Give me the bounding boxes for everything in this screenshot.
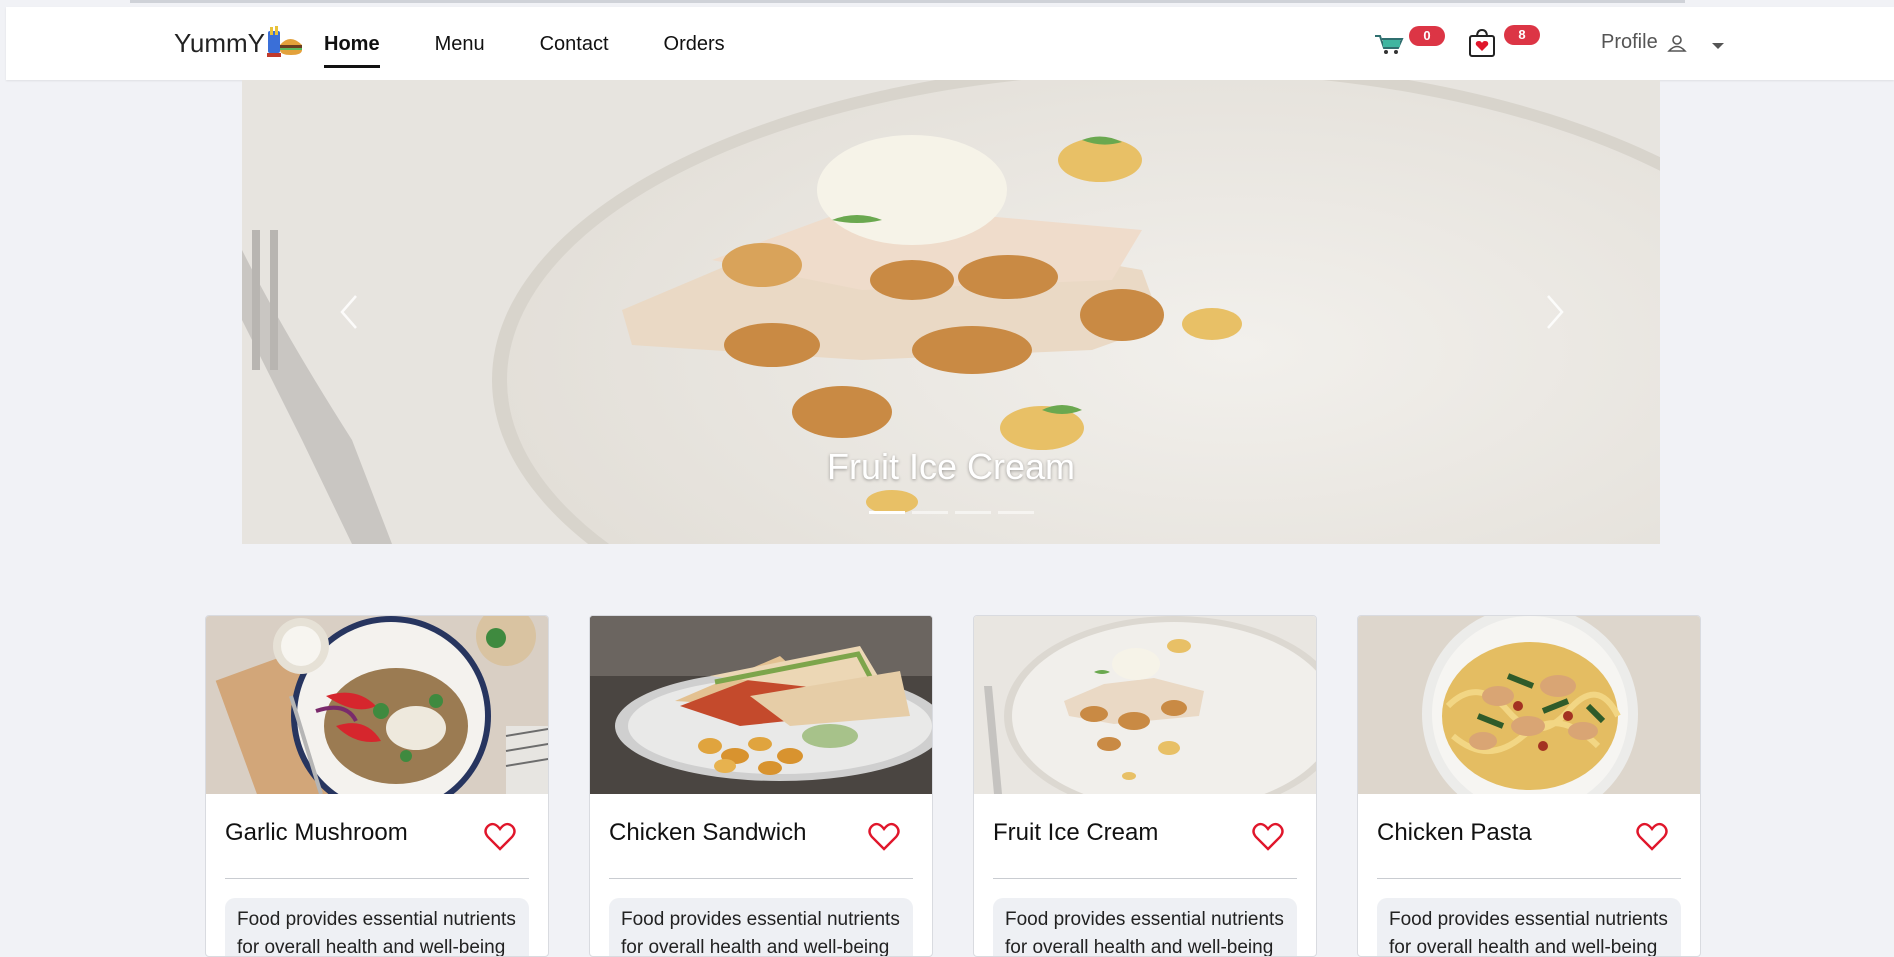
card-divider [1377,878,1681,879]
food-card-image [590,616,932,794]
food-card-description: Food provides essential nutrients for ov… [609,898,913,956]
food-card-title: Chicken Pasta [1377,819,1532,846]
card-divider [993,878,1297,879]
heart-icon[interactable] [868,822,900,852]
cart-button[interactable] [1374,33,1404,60]
carousel-indicator[interactable] [911,511,948,514]
window-top-edge [130,0,1685,3]
food-card-list: Garlic Mushroom Food provides essential … [205,615,1741,957]
food-card-title: Fruit Ice Cream [993,819,1159,846]
caret-down-icon[interactable] [1712,43,1724,49]
card-divider [609,878,913,879]
top-navbar: YummY Home Menu Contact Orders 0 8 Profi… [6,7,1894,80]
food-card-description: Food provides essential nutrients for ov… [993,898,1297,956]
cart-icon [1375,35,1404,54]
brand-name: YummY [174,28,266,58]
carousel-prev-arrow[interactable] [338,292,360,332]
shopping-bag-icon [1469,28,1495,57]
food-card-image [206,616,548,794]
food-logo-icon [267,25,303,57]
carousel-caption: Fruit Ice Cream [826,446,1076,487]
main-nav: Home Menu Contact Orders [324,33,780,68]
carousel-indicators [242,511,1660,514]
carousel-indicator[interactable] [868,511,905,514]
food-card-title: Chicken Sandwich [609,819,807,846]
food-card[interactable]: Garlic Mushroom Food provides essential … [205,615,549,957]
brand-logo-link[interactable]: YummY [174,25,304,59]
food-card-title: Garlic Mushroom [225,819,408,846]
nav-home[interactable]: Home [324,33,380,68]
food-card-image [1358,616,1700,794]
nav-contact[interactable]: Contact [540,33,609,68]
card-divider [225,878,529,879]
nav-menu[interactable]: Menu [435,33,485,68]
food-card-description: Food provides essential nutrients for ov… [1377,898,1681,956]
food-card-description: Food provides essential nutrients for ov… [225,898,529,956]
food-card[interactable]: Chicken Sandwich Food provides essential… [589,615,933,957]
carousel-next-arrow[interactable] [1544,292,1566,332]
heart-icon[interactable] [1252,822,1284,852]
carousel-indicator[interactable] [954,511,991,514]
nav-orders[interactable]: Orders [664,33,725,68]
heart-icon[interactable] [1636,822,1668,852]
food-card[interactable]: Fruit Ice Cream Food provides essential … [973,615,1317,957]
food-card[interactable]: Chicken Pasta Food provides essential nu… [1357,615,1701,957]
cart-count-badge: 0 [1409,26,1445,46]
bag-count-badge: 8 [1504,25,1540,45]
profile-dropdown-toggle[interactable]: Profile [1601,31,1688,54]
profile-label: Profile [1601,31,1658,53]
hero-carousel: Fruit Ice Cream [242,80,1660,544]
carousel-indicator[interactable] [997,511,1034,514]
heart-icon[interactable] [484,822,516,852]
user-icon [1666,34,1687,52]
food-card-image [974,616,1316,794]
orders-bag-button[interactable] [1466,28,1498,63]
